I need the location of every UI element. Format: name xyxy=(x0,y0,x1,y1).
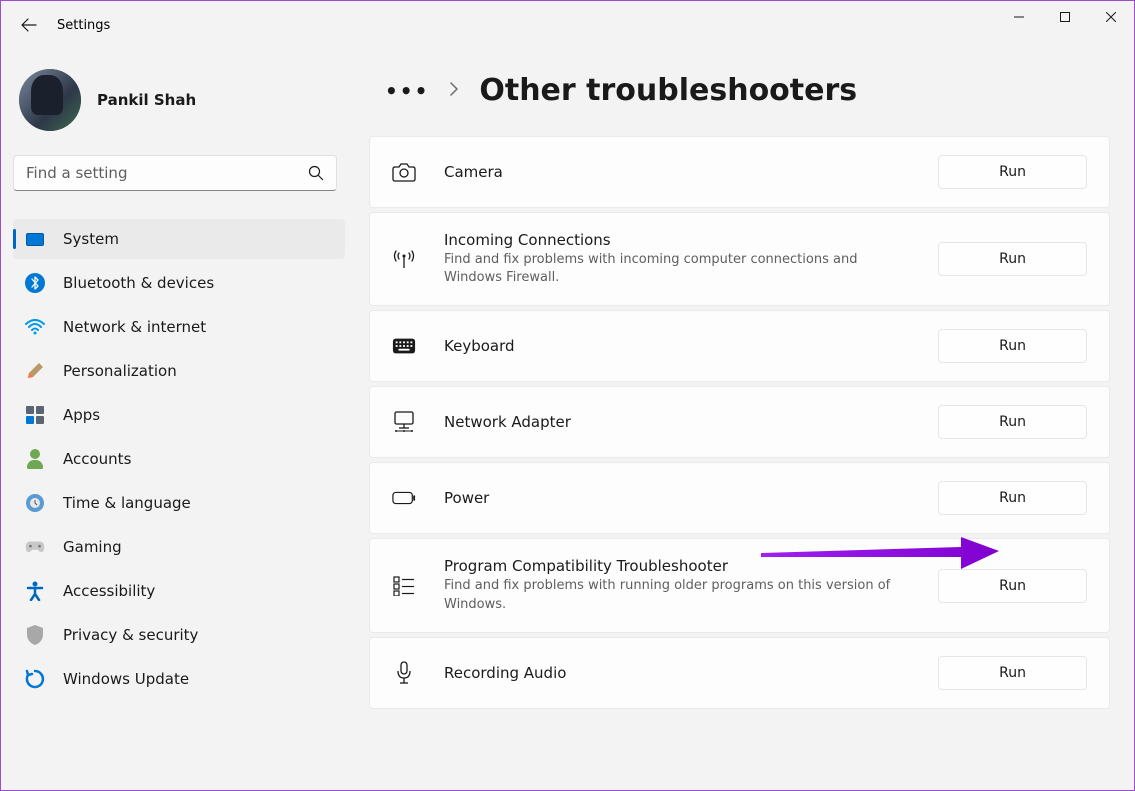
troubleshooter-card-power: Power Run xyxy=(369,462,1110,534)
search-box[interactable] xyxy=(13,155,337,191)
back-arrow-icon xyxy=(21,17,37,33)
wifi-icon xyxy=(25,317,45,337)
card-title: Camera xyxy=(444,163,910,181)
run-button[interactable]: Run xyxy=(938,569,1087,603)
troubleshooter-card-keyboard: Keyboard Run xyxy=(369,310,1110,382)
nav-item-personalization[interactable]: Personalization xyxy=(13,351,345,391)
monitor-network-icon xyxy=(392,410,416,434)
nav-item-bluetooth[interactable]: Bluetooth & devices xyxy=(13,263,345,303)
battery-icon xyxy=(392,486,416,510)
maximize-icon xyxy=(1060,12,1070,22)
gamepad-icon xyxy=(25,537,45,557)
run-button[interactable]: Run xyxy=(938,242,1087,276)
nav-label: Apps xyxy=(63,406,100,424)
nav-item-network[interactable]: Network & internet xyxy=(13,307,345,347)
troubleshooter-card-incoming-connections: Incoming Connections Find and fix proble… xyxy=(369,212,1110,306)
avatar xyxy=(19,69,81,131)
app-title: Settings xyxy=(57,18,110,33)
search-icon xyxy=(308,165,324,181)
nav-item-gaming[interactable]: Gaming xyxy=(13,527,345,567)
user-name: Pankil Shah xyxy=(97,91,196,109)
nav-label: Personalization xyxy=(63,362,177,380)
run-button[interactable]: Run xyxy=(938,155,1087,189)
card-title: Incoming Connections xyxy=(444,231,910,249)
update-icon xyxy=(25,669,45,689)
nav-label: Privacy & security xyxy=(63,626,198,644)
apps-icon xyxy=(25,405,45,425)
window-maximize-button[interactable] xyxy=(1042,1,1088,33)
nav-list: System Bluetooth & devices Network & int… xyxy=(1,219,349,699)
nav-label: Windows Update xyxy=(63,670,189,688)
breadcrumb: ••• Other troubleshooters xyxy=(369,49,1110,136)
card-title: Power xyxy=(444,489,910,507)
main-content: ••• Other troubleshooters Camera Run Inc… xyxy=(361,49,1134,790)
accessibility-icon xyxy=(25,581,45,601)
keyboard-icon xyxy=(392,334,416,358)
back-button[interactable] xyxy=(9,5,49,45)
nav-label: System xyxy=(63,230,119,248)
close-icon xyxy=(1106,12,1116,22)
nav-label: Accounts xyxy=(63,450,131,468)
nav-item-apps[interactable]: Apps xyxy=(13,395,345,435)
title-bar: Settings xyxy=(1,1,1134,49)
troubleshooter-card-network-adapter: Network Adapter Run xyxy=(369,386,1110,458)
nav-item-time-language[interactable]: Time & language xyxy=(13,483,345,523)
run-button[interactable]: Run xyxy=(938,405,1087,439)
nav-label: Gaming xyxy=(63,538,122,556)
nav-label: Accessibility xyxy=(63,582,155,600)
window-minimize-button[interactable] xyxy=(996,1,1042,33)
card-description: Find and fix problems with running older… xyxy=(444,577,910,613)
user-profile[interactable]: Pankil Shah xyxy=(1,49,349,155)
nav-item-accessibility[interactable]: Accessibility xyxy=(13,571,345,611)
card-title: Program Compatibility Troubleshooter xyxy=(444,557,910,575)
card-title: Network Adapter xyxy=(444,413,910,431)
nav-item-privacy[interactable]: Privacy & security xyxy=(13,615,345,655)
person-icon xyxy=(25,449,45,469)
nav-item-accounts[interactable]: Accounts xyxy=(13,439,345,479)
nav-item-windows-update[interactable]: Windows Update xyxy=(13,659,345,699)
chevron-right-icon xyxy=(449,81,459,100)
nav-label: Bluetooth & devices xyxy=(63,274,214,292)
troubleshooter-card-camera: Camera Run xyxy=(369,136,1110,208)
breadcrumb-ellipsis[interactable]: ••• xyxy=(385,81,429,101)
nav-label: Time & language xyxy=(63,494,191,512)
nav-item-system[interactable]: System xyxy=(13,219,345,259)
nav-label: Network & internet xyxy=(63,318,206,336)
system-icon xyxy=(25,229,45,249)
clock-globe-icon xyxy=(25,493,45,513)
run-button[interactable]: Run xyxy=(938,329,1087,363)
card-title: Keyboard xyxy=(444,337,910,355)
sidebar: Pankil Shah System Bluetooth & devices xyxy=(1,49,361,790)
paintbrush-icon xyxy=(25,361,45,381)
antenna-icon xyxy=(392,247,416,271)
bluetooth-icon xyxy=(25,273,45,293)
camera-icon xyxy=(392,160,416,184)
window-close-button[interactable] xyxy=(1088,1,1134,33)
page-title: Other troubleshooters xyxy=(479,73,857,108)
run-button[interactable]: Run xyxy=(938,656,1087,690)
shield-icon xyxy=(25,625,45,645)
microphone-icon xyxy=(392,661,416,685)
troubleshooter-card-recording-audio: Recording Audio Run xyxy=(369,637,1110,709)
card-description: Find and fix problems with incoming comp… xyxy=(444,251,910,287)
troubleshooter-card-program-compatibility: Program Compatibility Troubleshooter Fin… xyxy=(369,538,1110,632)
minimize-icon xyxy=(1014,12,1024,22)
card-title: Recording Audio xyxy=(444,664,910,682)
run-button[interactable]: Run xyxy=(938,481,1087,515)
checklist-icon xyxy=(392,574,416,598)
search-input[interactable] xyxy=(26,164,308,182)
